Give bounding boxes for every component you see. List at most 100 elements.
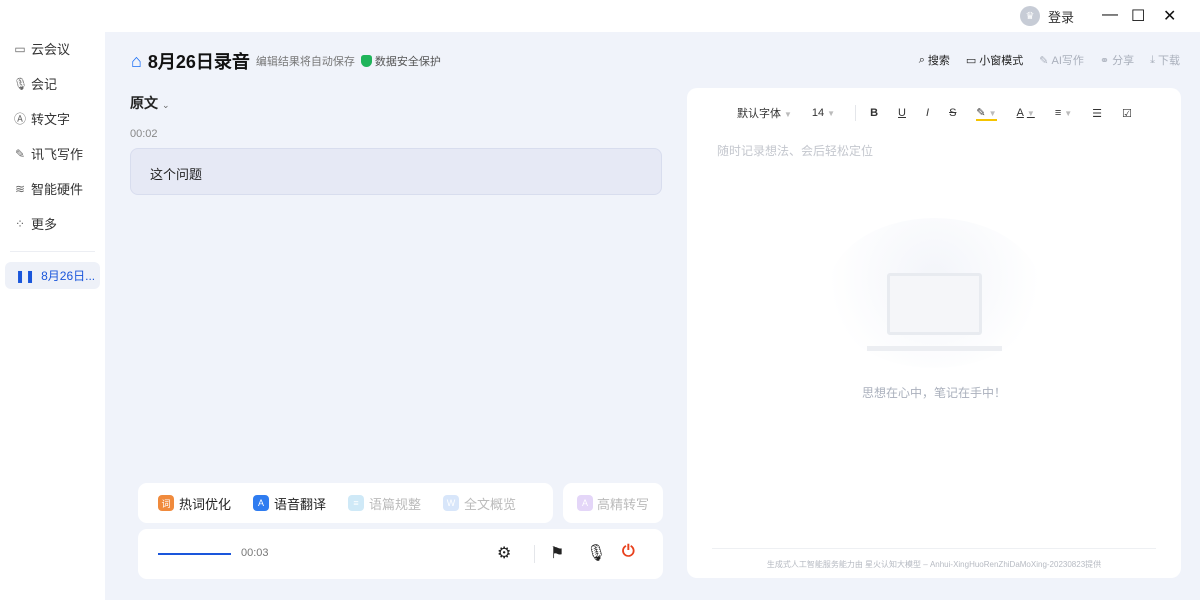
font-select[interactable]: 默认字体▼: [737, 105, 792, 121]
pause-icon: ❚❚: [15, 269, 35, 283]
divider: [855, 105, 856, 121]
hq-icon: A: [577, 495, 593, 511]
ai-write-button[interactable]: ✎ AI写作: [1039, 52, 1084, 68]
shield-icon: [361, 55, 372, 67]
edit-icon: ✎: [1039, 54, 1048, 67]
underline-icon[interactable]: U: [898, 107, 906, 119]
empty-message: 思想在心中，笔记在手中！: [687, 384, 1181, 401]
notes-editor: 默认字体▼ 14▼ B U I S ✎▼ A▼ ≡▼ ☰ ☑ 随时记录想法、会后…: [687, 88, 1181, 578]
size-select[interactable]: 14▼: [812, 107, 835, 119]
paragraph-button[interactable]: ≡ 语篇规整: [348, 494, 421, 513]
font-label: 默认字体: [737, 108, 781, 120]
autosave-note: 编辑结果将自动保存: [256, 53, 355, 69]
share-icon: ⚭: [1100, 54, 1109, 67]
search-button[interactable]: ⌕搜索: [919, 52, 950, 68]
window-icon: ▭: [966, 54, 976, 67]
flag-icon[interactable]: ⚑: [550, 543, 564, 563]
mic-icon[interactable]: 🎙︎: [586, 543, 606, 563]
bold-icon[interactable]: B: [870, 107, 878, 119]
sidebar-item-label: 讯飞写作: [31, 144, 83, 163]
share-label: 分享: [1112, 52, 1134, 68]
mode-label: 原文: [130, 95, 158, 111]
sidebar-item-more[interactable]: ⁘ 更多: [0, 206, 105, 241]
desk: [867, 346, 1002, 351]
download-icon: ⤓: [1150, 54, 1155, 67]
translate-label: 语音翻译: [274, 494, 326, 513]
sidebar-item-meeting[interactable]: ▭云会议: [0, 31, 105, 66]
sidebar-item-label: 更多: [31, 214, 57, 233]
hotword-label: 热词优化: [179, 494, 231, 513]
feature-bar: 词热词优化 A语音翻译 ≡ 语篇规整 W 全文概览: [138, 483, 553, 523]
paragraph-icon: ≡: [348, 495, 364, 511]
layers-icon: ≋: [13, 182, 27, 196]
playback-bar: 00:03 ⚙ ⚑ 🎙︎ ⏻: [138, 529, 663, 579]
video-icon: ▭: [13, 42, 27, 56]
monitor-icon: [887, 273, 982, 335]
security-badge: 数据安全保护: [361, 53, 441, 69]
chevron-down-icon: ▼: [827, 109, 835, 118]
segment-timestamp[interactable]: 00:02: [130, 128, 158, 140]
mini-window-button[interactable]: ▭小窗模式: [966, 52, 1023, 68]
chevron-down-icon: ▼: [784, 110, 792, 119]
write-icon: ✎: [13, 147, 27, 161]
minimize-button[interactable]: —: [1102, 6, 1118, 24]
overview-icon: W: [443, 495, 459, 511]
page-title: 8月26日录音: [148, 48, 250, 74]
recording-label: 8月26日...: [41, 267, 95, 284]
hq-label: 高精转写: [597, 494, 649, 513]
search-label: 搜索: [928, 52, 950, 68]
list-icon[interactable]: ☰: [1092, 107, 1102, 120]
editor-placeholder[interactable]: 随时记录想法、会后轻松定位: [717, 142, 873, 159]
sidebar-item-label: 会记: [31, 74, 57, 93]
translate-button[interactable]: A语音翻译: [253, 494, 326, 513]
transcript-segment[interactable]: 这个问题: [130, 148, 662, 195]
transcript-mode-select[interactable]: 原文 ⌄: [130, 93, 170, 113]
avatar-icon: ♛: [1020, 6, 1040, 26]
italic-icon[interactable]: I: [926, 107, 929, 119]
search-icon: ⌕: [919, 54, 925, 67]
overview-button[interactable]: W 全文概览: [443, 494, 516, 513]
download-button[interactable]: ⤓下载: [1150, 52, 1180, 68]
sidebar-item-recording[interactable]: ❚❚ 8月26日...: [5, 262, 100, 289]
playback-time: 00:03: [241, 547, 269, 559]
page-header: ⌂ 8月26日录音 编辑结果将自动保存 数据安全保护: [131, 48, 441, 74]
chevron-down-icon: ⌄: [162, 100, 170, 110]
sidebar-item-hardware[interactable]: ≋ 智能硬件: [0, 171, 105, 206]
sidebar-item-writing[interactable]: ✎ 讯飞写作: [0, 136, 105, 171]
settings-icon[interactable]: ⚙: [497, 543, 511, 563]
divider: [534, 545, 535, 563]
size-label: 14: [812, 107, 824, 119]
mic-icon: 🎙︎: [13, 77, 27, 91]
sidebar-item-label: 智能硬件: [31, 179, 83, 198]
close-button[interactable]: ✕: [1163, 6, 1176, 26]
paragraph-label: 语篇规整: [369, 494, 421, 513]
ai-disclaimer: 生成式人工智能服务能力由 星火认知大模型 – Anhui-XingHuoRenZ…: [712, 548, 1156, 570]
ai-write-label: AI写作: [1052, 52, 1084, 68]
share-button[interactable]: ⚭分享: [1100, 52, 1134, 68]
mini-label: 小窗模式: [979, 52, 1023, 68]
strikethrough-icon[interactable]: S: [949, 107, 956, 119]
power-icon[interactable]: ⏻: [622, 543, 635, 561]
grid-icon: ⁘: [13, 217, 27, 231]
hotword-icon: 词: [158, 495, 174, 511]
checkbox-icon[interactable]: ☑: [1122, 107, 1132, 120]
align-icon[interactable]: ≡▼: [1055, 107, 1072, 119]
title-bar: ♛ 登录 — ☐ ✕: [0, 0, 1200, 32]
home-icon[interactable]: ⌂: [131, 51, 142, 72]
font-color-icon[interactable]: A▼: [1017, 107, 1035, 119]
sidebar-item-notes[interactable]: 🎙︎ 会记: [0, 66, 105, 101]
login-button[interactable]: ♛ 登录: [1020, 6, 1074, 26]
download-label: 下载: [1158, 52, 1180, 68]
security-label: 数据安全保护: [375, 53, 441, 69]
progress-bar[interactable]: [158, 553, 231, 555]
transcribe-icon: Ⓐ: [13, 110, 27, 127]
hq-transcribe-button[interactable]: A高精转写: [563, 483, 663, 523]
overview-label: 全文概览: [464, 494, 516, 513]
hotword-button[interactable]: 词热词优化: [158, 494, 231, 513]
login-label: 登录: [1048, 7, 1074, 26]
maximize-button[interactable]: ☐: [1131, 6, 1145, 26]
sidebar: ▭云会议 🎙︎ 会记 Ⓐ转文字 ✎ 讯飞写作 ≋ 智能硬件 ⁘ 更多 ❚❚ 8月26日..…: [0, 32, 105, 600]
highlight-icon[interactable]: ✎▼: [976, 106, 996, 121]
sidebar-item-transcribe[interactable]: Ⓐ转文字: [0, 101, 105, 136]
divider: [10, 251, 95, 252]
